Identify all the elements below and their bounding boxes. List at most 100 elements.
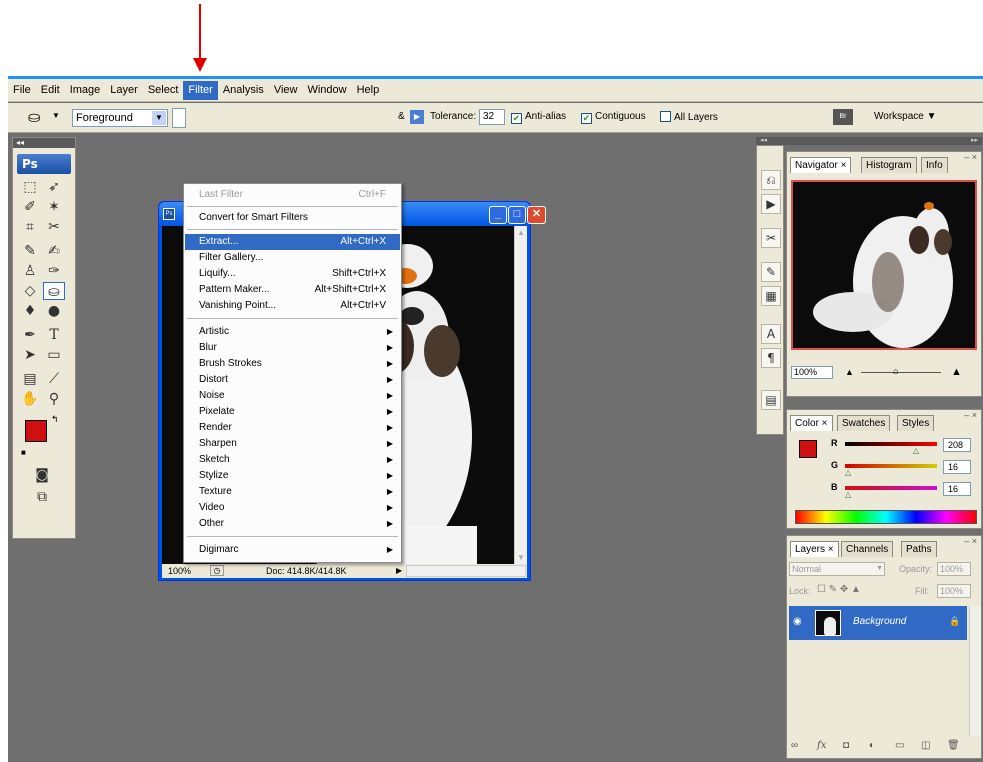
layer-mask-icon[interactable]: ◘ <box>843 740 849 751</box>
close-button[interactable]: ✕ <box>527 206 546 224</box>
clone-source-panel-icon[interactable]: ▦ <box>761 286 781 306</box>
layers-scrollbar[interactable] <box>969 606 981 736</box>
zoom-tool-icon[interactable]: ⚲ <box>43 390 65 408</box>
tool-presets-panel-icon[interactable]: ✂ <box>761 228 781 248</box>
submenu-render[interactable]: Render ▶ <box>185 420 400 436</box>
eye-visibility-icon[interactable]: ◉ <box>793 616 802 627</box>
tab-channels[interactable]: Channels <box>841 541 894 557</box>
brush-tool-icon[interactable]: ✍ <box>43 242 65 260</box>
zoom-slider-track[interactable] <box>861 372 941 373</box>
paint-bucket-tool-icon[interactable]: ⛀ <box>28 108 41 126</box>
menu-image[interactable]: Image <box>65 81 106 100</box>
submenu-texture[interactable]: Texture ▶ <box>185 484 400 500</box>
bridge-icon[interactable]: Br <box>833 109 853 125</box>
dodge-tool-icon[interactable]: ● <box>43 302 65 320</box>
menu-item-pattern-maker[interactable]: Pattern Maker... Alt+Shift+Ctrl+X <box>185 282 400 298</box>
panel-close-icon[interactable]: – × <box>964 152 977 162</box>
submenu-stylize[interactable]: Stylize ▶ <box>185 468 400 484</box>
submenu-noise[interactable]: Noise ▶ <box>185 388 400 404</box>
menu-item-convert-smart-filters[interactable]: Convert for Smart Filters <box>185 210 400 226</box>
pattern-picker[interactable] <box>172 108 186 128</box>
swap-colors-icon[interactable]: ↰ <box>51 414 59 425</box>
panel-close-icon[interactable]: – × <box>964 410 977 420</box>
tool-preset-chevron-icon[interactable]: ▼ <box>52 111 60 120</box>
all-layers-checkbox[interactable]: All Layers <box>660 111 718 123</box>
opacity-input[interactable]: 100% <box>937 562 971 576</box>
menu-edit[interactable]: Edit <box>36 81 65 100</box>
new-layer-icon[interactable]: ◫ <box>921 740 930 751</box>
submenu-brush-strokes[interactable]: Brush Strokes ▶ <box>185 356 400 372</box>
anti-alias-checkbox[interactable]: ✔ Anti-alias <box>511 111 566 124</box>
tab-color[interactable]: Color × <box>790 415 833 431</box>
scroll-up-icon[interactable]: ▲ <box>517 228 525 237</box>
red-value-input[interactable]: 208 <box>943 438 971 452</box>
horizontal-scrollbar[interactable] <box>406 565 526 577</box>
menu-item-vanishing-point[interactable]: Vanishing Point... Alt+Ctrl+V <box>185 298 400 314</box>
status-menu-icon[interactable]: ◷ <box>210 565 224 576</box>
fill-source-select[interactable]: Foreground ▼ <box>72 109 168 127</box>
blue-value-input[interactable]: 16 <box>943 482 971 496</box>
tolerance-input[interactable]: 32 <box>479 109 505 125</box>
green-slider-track[interactable] <box>845 464 937 468</box>
foreground-color-swatch[interactable] <box>25 420 47 442</box>
navigator-preview[interactable] <box>791 180 977 350</box>
submenu-sketch[interactable]: Sketch ▶ <box>185 452 400 468</box>
dock-expand-icon[interactable]: ▸▸ <box>971 137 978 145</box>
tab-histogram[interactable]: Histogram <box>861 157 917 173</box>
screen-mode-icon[interactable]: ⧉ <box>31 488 53 506</box>
brushes-panel-icon[interactable]: ✎ <box>761 262 781 282</box>
menu-window[interactable]: Window <box>302 81 351 100</box>
adjustment-layer-icon[interactable]: ◐ <box>869 740 875 751</box>
contiguous-checkbox[interactable]: ✔ Contiguous <box>581 111 646 124</box>
healing-brush-tool-icon[interactable]: ✎ <box>19 242 41 260</box>
toolbox-collapse-icon[interactable]: ◂◂ <box>13 138 75 148</box>
blue-slider-thumb[interactable]: △ <box>845 490 851 499</box>
menu-layer[interactable]: Layer <box>105 81 143 100</box>
green-value-input[interactable]: 16 <box>943 460 971 474</box>
color-spectrum-ramp[interactable] <box>795 510 977 524</box>
submenu-pixelate[interactable]: Pixelate ▶ <box>185 404 400 420</box>
vertical-scrollbar[interactable]: ▲ ▼ <box>514 226 527 564</box>
submenu-blur[interactable]: Blur ▶ <box>185 340 400 356</box>
menu-item-liquify[interactable]: Liquify... Shift+Ctrl+X <box>185 266 400 282</box>
lock-icons[interactable]: ☐ ✎ ✥ ▲ <box>817 584 861 595</box>
type-tool-icon[interactable]: T <box>43 326 65 344</box>
move-tool-icon[interactable]: ➶ <box>43 178 65 196</box>
dock-collapse-icon[interactable]: ◂◂ <box>760 137 767 144</box>
magic-wand-tool-icon[interactable]: ✶ <box>43 198 65 216</box>
blend-mode-select[interactable]: Normal ▼ <box>789 562 885 576</box>
blur-tool-icon[interactable]: ♦ <box>19 302 41 320</box>
eraser-tool-icon[interactable]: ◇ <box>19 282 41 300</box>
zoom-out-icon[interactable]: ▲ <box>845 367 854 377</box>
link-layers-icon[interactable]: ∞ <box>791 740 798 751</box>
submenu-digimarc[interactable]: Digimarc ▶ <box>185 542 400 558</box>
submenu-artistic[interactable]: Artistic ▶ <box>185 324 400 340</box>
eyedropper-tool-icon[interactable]: ⟋ <box>43 370 65 388</box>
paint-bucket-tool-icon[interactable]: ⛀ <box>43 282 65 300</box>
tab-styles[interactable]: Styles <box>897 415 935 431</box>
layer-comps-panel-icon[interactable]: ▤ <box>761 390 781 410</box>
navigator-zoom-input[interactable]: 100% <box>791 366 833 379</box>
submenu-sharpen[interactable]: Sharpen ▶ <box>185 436 400 452</box>
tab-navigator[interactable]: Navigator × <box>790 157 852 173</box>
blue-slider-track[interactable] <box>845 486 937 490</box>
slice-tool-icon[interactable]: ✂ <box>43 218 65 236</box>
submenu-other[interactable]: Other ▶ <box>185 516 400 532</box>
new-group-icon[interactable]: ▭ <box>895 740 904 751</box>
notes-tool-icon[interactable]: ▤ <box>19 370 41 388</box>
menu-view[interactable]: View <box>269 81 303 100</box>
history-brush-tool-icon[interactable]: ✑ <box>43 262 65 280</box>
red-slider-thumb[interactable]: △ <box>913 446 919 455</box>
paragraph-panel-icon[interactable]: ¶ <box>761 348 781 368</box>
quick-mask-icon[interactable]: ◙ <box>31 466 53 484</box>
red-slider-track[interactable] <box>845 442 937 446</box>
zoom-in-icon[interactable]: ▲ <box>951 366 962 378</box>
menu-file[interactable]: File <box>8 81 36 100</box>
character-panel-icon[interactable]: A <box>761 324 781 344</box>
green-slider-thumb[interactable]: △ <box>845 468 851 477</box>
crop-tool-icon[interactable]: ⌗ <box>19 218 41 236</box>
layer-row-background[interactable]: ◉ Background 🔒 <box>789 606 967 640</box>
submenu-video[interactable]: Video ▶ <box>185 500 400 516</box>
default-colors-icon[interactable]: ■ <box>21 448 26 457</box>
fill-input[interactable]: 100% <box>937 584 971 598</box>
